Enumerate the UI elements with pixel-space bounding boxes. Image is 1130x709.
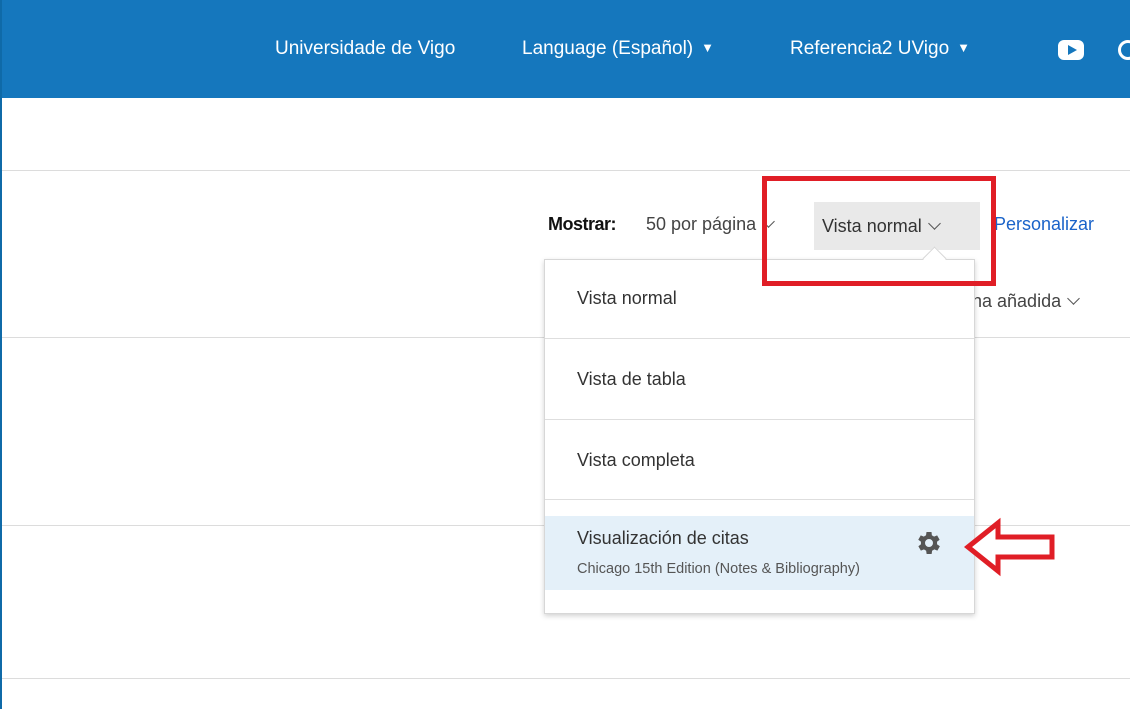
university-link[interactable]: Universidade de Vigo [275,38,455,60]
partial-icon[interactable] [1114,40,1130,60]
menu-item-label: Visualización de citas [577,528,749,548]
mostrar-label: Mostrar: [548,214,617,234]
citation-style-label: Chicago 15th Edition (Notes & Bibliograp… [577,561,860,577]
chevron-down-icon [927,217,941,230]
language-menu[interactable]: Language (Español) ▼ [522,38,714,60]
top-navigation-bar: Universidade de Vigo Language (Español) ▼… [2,0,1130,98]
divider [2,170,1130,171]
divider [2,678,1130,679]
youtube-icon[interactable] [1058,40,1084,60]
per-page-label: 50 por página [646,214,757,234]
gear-icon[interactable] [914,528,944,558]
language-label: Language (Español) [522,38,694,59]
sort-select[interactable]: ha añadida [972,291,1080,312]
menu-item-vista-normal[interactable]: Vista normal [545,260,974,339]
menu-item-label: Vista de tabla [577,369,686,389]
menu-item-visualizacion-citas[interactable]: Visualización de citas Chicago 15th Edit… [545,516,974,590]
red-arrow-icon [964,517,1055,577]
page: Universidade de Vigo Language (Español) ▼… [0,0,1130,709]
menu-item-vista-completa[interactable]: Vista completa [545,420,974,500]
referencia-menu[interactable]: Referencia2 UVigo ▼ [790,38,970,60]
chevron-down-icon [762,215,775,228]
view-dropdown-menu: Vista normal Vista de tabla Vista comple… [544,259,975,614]
view-select-label: Vista normal [822,216,922,236]
caret-down-icon: ▼ [957,40,971,55]
menu-item-vista-de-tabla[interactable]: Vista de tabla [545,339,974,420]
view-select[interactable]: Vista normal [814,202,980,250]
sort-label: ha añadida [972,291,1062,311]
caret-down-icon: ▼ [701,40,715,55]
per-page-select[interactable]: 50 por página [646,214,775,235]
referencia-label: Referencia2 UVigo [790,38,950,59]
personalizar-link[interactable]: Personalizar [994,214,1094,235]
menu-item-label: Vista completa [577,450,695,470]
menu-item-label: Vista normal [577,288,677,308]
chevron-down-icon [1067,292,1080,305]
